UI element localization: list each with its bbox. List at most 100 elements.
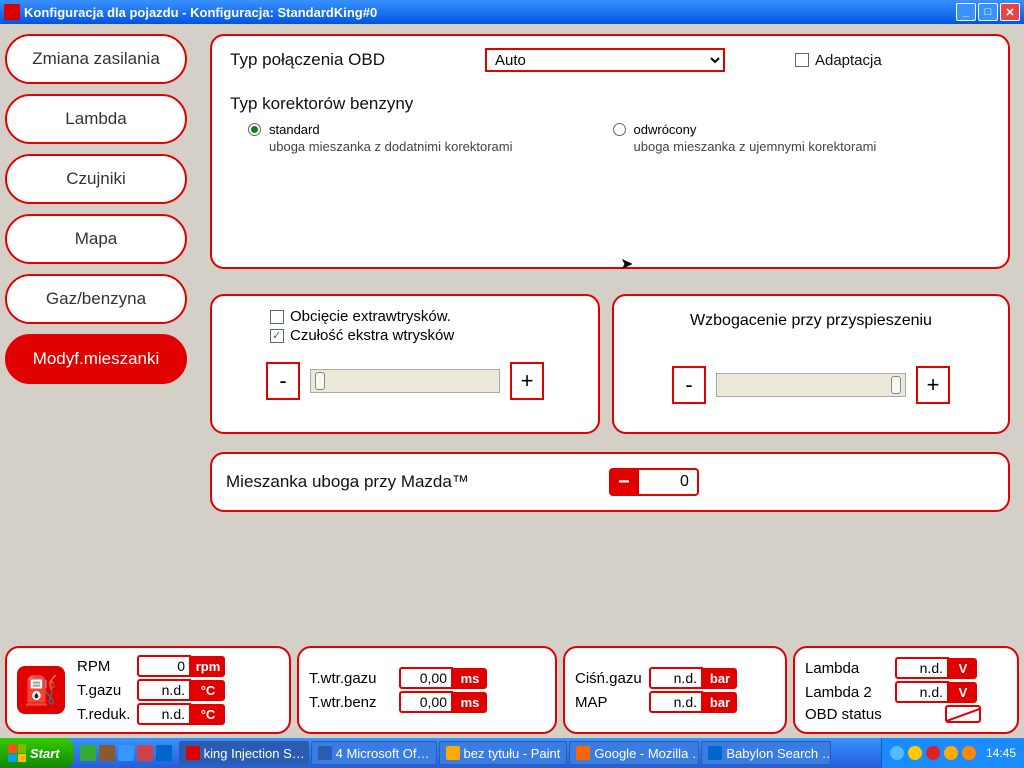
task-icon [318,746,332,760]
cisn-label: Ciśń.gazu [575,670,649,687]
lambda2-label: Lambda 2 [805,684,895,701]
map-unit: bar [703,692,737,713]
twbenz-label: T.wtr.benz [309,694,399,711]
radio-standard-desc: uboga mieszanka z dodatnimi korektorami [269,139,513,154]
adaptacja-checkbox[interactable] [795,53,809,67]
sensitivity-slider-thumb[interactable] [315,372,325,390]
taskbar-item[interactable]: king Injection S… [179,741,309,765]
maximize-button[interactable]: □ [978,3,998,21]
lambda-label: Lambda [805,660,895,677]
tab-mapa[interactable]: Mapa [5,214,187,264]
taskbar-item[interactable]: bez tytułu - Paint [439,741,568,765]
radio-inverted-label: odwrócony [634,122,697,137]
tray-icon[interactable] [944,746,958,760]
panel-mazda: Mieszanka uboga przy Mazda™ − 0 [210,452,1010,512]
tgaz-value: n.d. [137,679,191,701]
fuel-pump-icon: ⛽ [17,666,65,714]
panel-extra-injection: Obcięcie extrawtrysków. Czułość ekstra w… [210,294,600,434]
windows-logo-icon [8,744,26,762]
tray-icon[interactable] [890,746,904,760]
ql-icon[interactable] [80,745,96,761]
cisn-unit: bar [703,668,737,689]
radio-inverted[interactable] [613,123,626,136]
tray-icon[interactable] [908,746,922,760]
sensitivity-slider[interactable] [310,369,500,393]
enrichment-slider[interactable] [716,373,906,397]
enrichment-minus-button[interactable]: - [672,366,706,404]
enrichment-slider-thumb[interactable] [891,376,901,394]
treduk-unit: °C [191,704,225,725]
twgaz-unit: ms [453,668,487,689]
start-button[interactable]: Start [0,738,74,768]
twgaz-value: 0,00 [399,667,453,689]
lambda-unit: V [949,658,977,679]
status-panel-4: Lambda n.d. V Lambda 2 n.d. V OBD status [793,646,1019,734]
tray-icon[interactable] [962,746,976,760]
rpm-unit: rpm [191,656,225,677]
radio-standard[interactable] [248,123,261,136]
task-icon [446,746,460,760]
tab-modyf-mieszanki[interactable]: Modyf.mieszanki [5,334,187,384]
task-icon [708,746,722,760]
obd-type-select[interactable]: Auto [485,48,725,72]
tray-icon[interactable] [926,746,940,760]
status-panel-2: T.wtr.gazu 0,00 ms T.wtr.benz 0,00 ms [297,646,557,734]
ql-icon[interactable] [156,745,172,761]
rpm-label: RPM [77,658,137,675]
cisn-value: n.d. [649,667,703,689]
taskbar-item[interactable]: Babylon Search … [701,741,831,765]
cut-extra-checkbox[interactable] [270,310,284,324]
sensitivity-extra-checkbox[interactable] [270,329,284,343]
lambda2-value: n.d. [895,681,949,703]
tab-lambda[interactable]: Lambda [5,94,187,144]
tab-gaz-benzyna[interactable]: Gaz/benzyna [5,274,187,324]
map-value: n.d. [649,691,703,713]
obd-type-label: Typ połączenia OBD [230,50,385,70]
lambda2-unit: V [949,682,977,703]
twbenz-value: 0,00 [399,691,453,713]
correctors-label: Typ korektorów benzyny [230,94,413,113]
sensitivity-plus-button[interactable]: + [510,362,544,400]
twgaz-label: T.wtr.gazu [309,670,399,687]
taskbar-item[interactable]: Google - Mozilla … [569,741,699,765]
cut-extra-label: Obcięcie extrawtrysków. [290,308,451,325]
taskbar-item[interactable]: 4 Microsoft Of… [311,741,437,765]
panel-obd: Typ połączenia OBD Auto Adaptacja Typ ko… [210,34,1010,269]
twbenz-unit: ms [453,692,487,713]
minimize-button[interactable]: _ [956,3,976,21]
quick-launch [74,745,178,761]
radio-standard-option[interactable]: standard uboga mieszanka z dodatnimi kor… [248,122,513,154]
tab-czujniki[interactable]: Czujniki [5,154,187,204]
status-panel-1: ⛽ RPM 0 rpm T.gazu n.d. °C T.reduk. n.d.… [5,646,291,734]
status-bar: ⛽ RPM 0 rpm T.gazu n.d. °C T.reduk. n.d.… [5,646,1019,734]
obdstatus-label: OBD status [805,706,895,723]
adaptacja-label: Adaptacja [815,52,882,69]
lambda-value: n.d. [895,657,949,679]
treduk-label: T.reduk. [77,706,137,723]
system-tray: 14:45 [881,738,1024,768]
mazda-value[interactable]: 0 [639,468,699,496]
close-button[interactable]: ✕ [1000,3,1020,21]
task-icon [186,746,200,760]
tgaz-label: T.gazu [77,682,137,699]
taskbar: Start king Injection S… 4 Microsoft Of… … [0,738,1024,768]
radio-standard-label: standard [269,122,320,137]
treduk-value: n.d. [137,703,191,725]
window-titlebar: Konfiguracja dla pojazdu - Konfiguracja:… [0,0,1024,24]
ql-icon[interactable] [137,745,153,761]
tab-zmiana-zasilania[interactable]: Zmiana zasilania [5,34,187,84]
mazda-minus-button[interactable]: − [609,468,639,496]
radio-inverted-desc: uboga mieszanka z ujemnymi korektorami [634,139,877,154]
app-icon [4,4,20,20]
window-title: Konfiguracja dla pojazdu - Konfiguracja:… [24,5,377,20]
sensitivity-extra-label: Czułość ekstra wtrysków [290,327,454,344]
task-icon [576,746,590,760]
status-panel-3: Ciśń.gazu n.d. bar MAP n.d. bar [563,646,787,734]
ql-icon[interactable] [99,745,115,761]
ql-icon[interactable] [118,745,134,761]
clock[interactable]: 14:45 [986,746,1016,760]
enrichment-plus-button[interactable]: + [916,366,950,404]
rpm-value: 0 [137,655,191,677]
sensitivity-minus-button[interactable]: - [266,362,300,400]
radio-inverted-option[interactable]: odwrócony uboga mieszanka z ujemnymi kor… [613,122,877,154]
